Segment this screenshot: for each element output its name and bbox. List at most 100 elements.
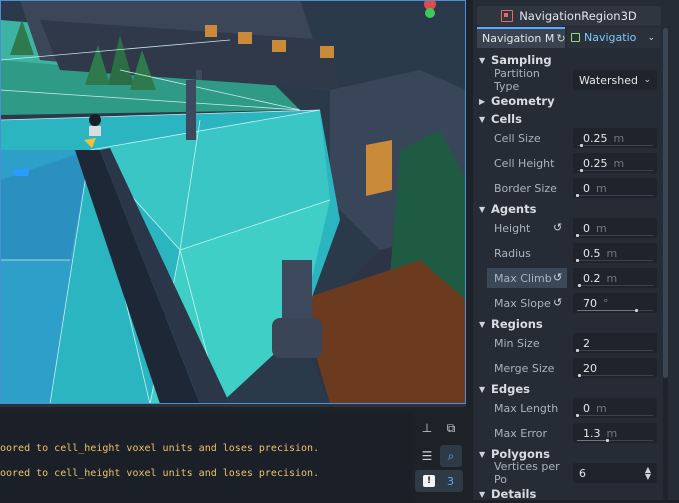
value-slider[interactable] — [576, 259, 653, 262]
value-slider[interactable] — [576, 414, 653, 417]
max-length-field[interactable]: 0 m — [573, 398, 657, 418]
field-value: 20 — [583, 361, 597, 375]
revert-icon[interactable]: ↺ — [553, 271, 562, 284]
panel-splitter[interactable] — [466, 0, 473, 500]
agent-radius-field[interactable]: 0.5 m — [573, 243, 657, 263]
field-value: 2 — [583, 336, 590, 350]
section-regions[interactable]: ▼ Regions — [477, 315, 661, 333]
section-geometry[interactable]: ▶ Geometry — [477, 92, 661, 110]
inspector-tabs: Navigation M ↻ Navigatio ⌄ — [477, 27, 661, 48]
node-title[interactable]: NavigationRegion3D — [477, 6, 661, 26]
3d-viewport[interactable] — [0, 0, 466, 404]
chevron-down-icon: ▼ — [479, 204, 486, 214]
merge-size-field[interactable]: 20 — [573, 358, 657, 378]
section-label: Sampling — [491, 53, 552, 67]
warning-filter-button[interactable]: ! 3 — [415, 470, 463, 492]
warning-icon: ! — [423, 475, 435, 487]
prop-label: Max Length — [494, 401, 559, 415]
value-slider[interactable] — [576, 194, 653, 197]
section-label: Agents — [491, 202, 537, 216]
section-label: Regions — [491, 317, 543, 331]
prop-border-size: Border Size 0 m — [477, 177, 661, 199]
partition-type-select[interactable]: Watershed ⌄ — [573, 70, 657, 90]
field-unit: m — [596, 221, 607, 235]
agent-height-field[interactable]: 0 m — [573, 218, 657, 238]
value-slider[interactable] — [576, 349, 653, 352]
border-size-field[interactable]: 0 m — [573, 178, 657, 198]
prop-cell-height: Cell Height 0.25 m — [477, 152, 661, 174]
vertices-per-polygon-spinbox[interactable]: 6 ▲ ▼ — [573, 463, 657, 483]
tab-navigation-mesh[interactable]: Navigation M ↻ — [477, 27, 565, 48]
section-agents[interactable]: ▼ Agents — [477, 200, 661, 218]
section-cells[interactable]: ▼ Cells — [477, 110, 661, 128]
value-slider[interactable] — [577, 374, 653, 377]
field-unit: m — [606, 271, 618, 285]
cell-height-field[interactable]: 0.25 m — [573, 153, 657, 173]
chevron-down-icon: ▼ — [479, 384, 486, 394]
revert-icon[interactable]: ↺ — [553, 221, 562, 234]
max-climb-field[interactable]: 0.2 m — [573, 268, 657, 288]
field-value: 0.5 — [583, 246, 601, 260]
value-slider[interactable] — [577, 309, 653, 312]
section-edges[interactable]: ▼ Edges — [477, 380, 661, 398]
section-details[interactable]: ▼ Details — [477, 485, 661, 500]
output-panel: oored to cell_height voxel units and los… — [0, 404, 466, 503]
cell-size-field[interactable]: 0.25 m — [573, 128, 657, 148]
prop-agent-radius: Radius 0.5 m — [477, 242, 661, 264]
chevron-down-icon: ▼ — [479, 114, 486, 124]
value-slider[interactable] — [577, 144, 653, 147]
prop-label: Partition Type — [494, 67, 540, 93]
pin-icon[interactable]: ⊥ — [416, 417, 438, 439]
prop-label: Vertices per Po — [494, 460, 560, 486]
field-unit: m — [596, 401, 607, 415]
prop-agent-height: Height ↺ 0 m — [477, 217, 661, 239]
section-label: Details — [491, 487, 537, 500]
node-name: NavigationRegion3D — [519, 9, 637, 23]
revert-icon[interactable]: ↺ — [553, 296, 562, 309]
field-value: 0.25 — [583, 131, 608, 145]
scrollbar-thumb[interactable] — [663, 28, 668, 378]
chevron-down-icon[interactable]: ⌄ — [647, 33, 655, 43]
prop-label: Merge Size — [494, 361, 555, 375]
value-slider[interactable] — [576, 234, 653, 237]
output-log[interactable]: oored to cell_height voxel units and los… — [0, 413, 412, 503]
scene-render — [0, 0, 466, 404]
tab-navigation[interactable]: Navigatio ⌄ — [567, 27, 661, 48]
field-value: 70 — [583, 296, 597, 310]
log-line: oored to cell_height voxel units and los… — [0, 443, 320, 454]
field-value: 0 — [583, 221, 590, 235]
prop-label: Max Error — [494, 426, 548, 440]
prop-max-slope: Max Slope ↺ 70 ° — [477, 292, 661, 314]
prop-max-climb: Max Climb ↺ 0.2 m — [477, 267, 661, 289]
value-slider[interactable] — [577, 284, 653, 287]
inspector-panel: NavigationRegion3D Navigation M ↻ Naviga… — [473, 0, 679, 500]
inspector-scrollbar[interactable] — [663, 28, 668, 500]
field-value: 6 — [579, 466, 586, 480]
prop-label: Border Size — [494, 181, 557, 195]
value-slider[interactable] — [577, 439, 653, 442]
field-value: 0 — [583, 401, 590, 415]
min-size-field[interactable]: 2 — [573, 333, 657, 353]
max-error-field[interactable]: 1.3 m — [573, 423, 657, 443]
prop-label: Min Size — [494, 336, 540, 350]
prop-vertices-per-polygon: Vertices per Po 6 ▲ ▼ — [477, 460, 661, 486]
search-icon[interactable]: ⌕ — [440, 445, 462, 467]
spin-arrows-icon[interactable]: ▲ ▼ — [645, 466, 651, 481]
section-label: Geometry — [491, 94, 555, 108]
tab-label: Navigatio — [584, 31, 637, 44]
section-label: Cells — [491, 112, 522, 126]
chevron-down-icon: ⌄ — [643, 75, 651, 85]
log-line: oored to cell_height voxel units and los… — [0, 468, 320, 479]
max-slope-field[interactable]: 70 ° — [573, 293, 657, 313]
prop-cell-size: Cell Size 0.25 m — [477, 127, 661, 149]
copy-icon[interactable]: ⧉ — [440, 417, 462, 439]
field-unit: m — [613, 156, 625, 170]
collapse-icon[interactable]: ☰ — [416, 445, 438, 467]
reload-icon[interactable]: ↻ — [556, 32, 565, 45]
value-slider[interactable] — [577, 169, 653, 172]
chevron-down-icon: ▼ — [479, 319, 486, 329]
prop-merge-size: Merge Size 20 — [477, 357, 661, 379]
field-value: 1.3 — [583, 426, 601, 440]
chevron-down-icon: ▼ — [479, 449, 486, 459]
field-unit: m — [606, 246, 618, 260]
